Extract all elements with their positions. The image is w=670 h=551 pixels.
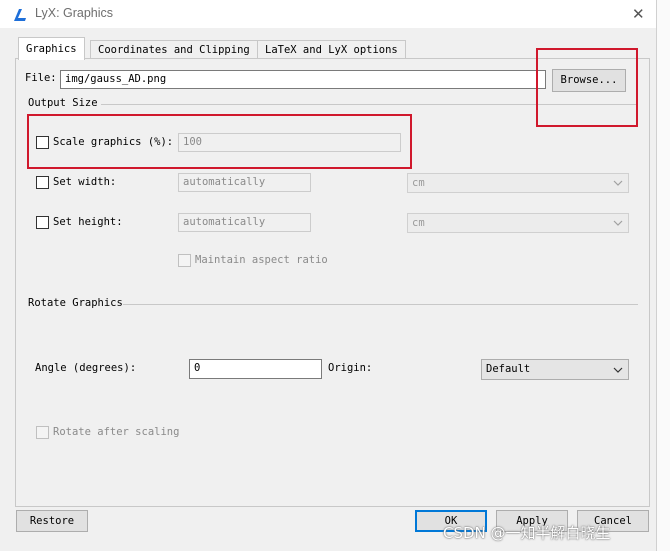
output-size-section-label: Output Size [28,97,98,109]
maintain-aspect-ratio-label: Maintain aspect ratio [195,254,328,266]
height-unit-value: cm [412,217,425,229]
chevron-down-icon [613,220,623,226]
width-unit-value: cm [412,177,425,189]
rotate-after-scaling-label: Rotate after scaling [53,426,180,438]
angle-label: Angle (degrees): [35,362,137,374]
window-title: LyX: Graphics [35,6,114,20]
csdn-watermark: CSDN @一知半解白晓生 [443,524,611,542]
file-label: File: [25,72,57,84]
tab-label: Graphics [26,43,77,55]
file-path-input[interactable]: img/gauss_AD.png [60,70,546,89]
highlight-scale-graphics [27,114,412,169]
rotate-divider [123,304,638,305]
tab-coordinates-clipping[interactable]: Coordinates and Clipping [90,40,258,59]
close-icon[interactable]: ✕ [632,5,645,23]
tab-label: LaTeX and LyX options [265,44,398,56]
lyx-app-icon [14,9,26,21]
tab-graphics[interactable]: Graphics [18,37,85,60]
set-width-checkbox[interactable] [36,176,49,189]
width-unit-select[interactable]: cm [407,173,629,193]
origin-select[interactable]: Default [481,359,629,380]
tab-label: Coordinates and Clipping [98,44,250,56]
set-width-label: Set width: [53,176,117,188]
highlight-browse [536,48,638,127]
chevron-down-icon [613,367,623,373]
rotate-after-scaling-checkbox[interactable] [36,426,49,439]
origin-label: Origin: [328,362,373,374]
set-height-label: Set height: [53,216,123,228]
title-bar: LyX: Graphics ✕ [0,0,656,28]
background-strip [657,0,670,551]
set-height-checkbox[interactable] [36,216,49,229]
set-height-input[interactable]: automatically [178,213,311,232]
origin-value: Default [486,363,531,375]
maintain-aspect-ratio-checkbox[interactable] [178,254,191,267]
set-width-input[interactable]: automatically [178,173,311,192]
angle-input[interactable]: 0 [189,359,322,379]
chevron-down-icon [613,180,623,186]
rotate-graphics-section-label: Rotate Graphics [28,297,123,309]
height-unit-select[interactable]: cm [407,213,629,233]
restore-button[interactable]: Restore [16,510,88,532]
tab-latex-lyx-options[interactable]: LaTeX and LyX options [257,40,406,59]
